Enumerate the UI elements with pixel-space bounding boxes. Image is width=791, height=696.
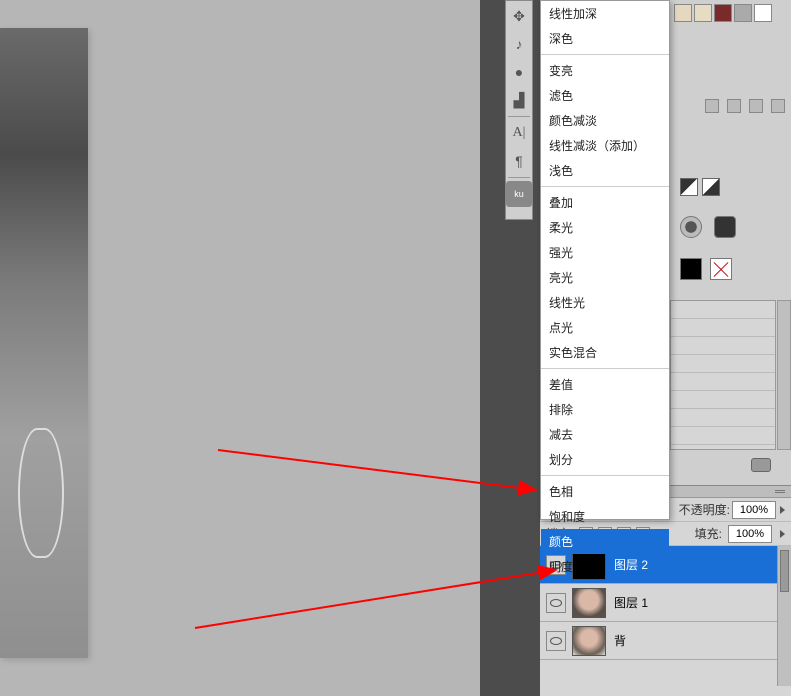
menu-item[interactable]: 色相 [541,479,669,504]
menu-separator [541,368,669,369]
menu-item[interactable]: 线性加深 [541,1,669,26]
menu-item[interactable]: 滤色 [541,83,669,108]
menu-separator [541,475,669,476]
swatch[interactable] [734,4,752,22]
list-row [671,373,775,391]
menu-item[interactable]: 亮光 [541,265,669,290]
menu-item[interactable]: 线性减淡（添加） [541,133,669,158]
dropdown-arrow-icon[interactable] [780,530,785,538]
mask-thumbnail[interactable] [680,258,702,280]
menu-item[interactable]: 浅色 [541,158,669,183]
document-photo [0,28,88,658]
path-icon[interactable]: ♪ [506,31,532,57]
fill-label: 填充: [695,525,722,542]
mask-icon[interactable] [680,216,702,238]
scrollbar[interactable] [777,300,791,450]
menu-item[interactable]: 叠加 [541,190,669,215]
mask-empty-icon[interactable] [710,258,732,280]
menu-separator [541,186,669,187]
menu-item[interactable]: 变亮 [541,58,669,83]
list-row [671,319,775,337]
layer-row[interactable]: 背 [540,622,791,660]
menu-item-selected[interactable]: 颜色 [541,529,669,554]
move-icon[interactable]: ✥ [506,3,532,29]
swatch[interactable] [714,4,732,22]
blob-icon[interactable]: ● [506,59,532,85]
menu-item[interactable]: 颜色减淡 [541,108,669,133]
kuler-icon[interactable]: ku [506,181,532,207]
menu-item[interactable]: 柔光 [541,215,669,240]
opacity-label: 不透明度: [679,501,730,518]
list-row [671,391,775,409]
paragraph-icon[interactable]: ¶ [506,148,532,174]
list-row [671,427,775,445]
fill-field[interactable]: 100% [728,525,772,543]
layer-thumbnail[interactable] [572,626,606,656]
menu-item[interactable]: 排除 [541,397,669,422]
menu-item[interactable]: 点光 [541,315,669,340]
panel-icon[interactable] [705,99,719,113]
mask-icon[interactable] [714,216,736,238]
swatch-new[interactable] [754,4,772,22]
empty-list [670,300,776,450]
stamp-icon[interactable]: ▟ [506,87,532,113]
swatch[interactable] [694,4,712,22]
mask-thumb-row [680,258,732,280]
panel-icon[interactable] [727,99,741,113]
layer-name-label[interactable]: 背 [614,632,626,649]
blend-mode-menu[interactable]: 线性加深 深色 变亮 滤色 颜色减淡 线性减淡（添加） 浅色 叠加 柔光 强光 … [540,0,670,520]
vertical-toolbar: ✥ ♪ ● ▟ A| ¶ ku [505,0,533,220]
layer-thumbnail[interactable] [572,588,606,618]
layer-name-label[interactable]: 图层 1 [614,594,648,611]
menu-item[interactable]: 划分 [541,447,669,472]
menu-item[interactable]: 线性光 [541,290,669,315]
mask-buttons [680,216,736,238]
menu-item[interactable]: 强光 [541,240,669,265]
adjustment-buttons [680,178,720,196]
panel-icon[interactable] [749,99,763,113]
earring-shape [18,428,64,558]
menu-item[interactable]: 饱和度 [541,504,669,529]
panel-icon-row [680,96,785,116]
tool-separator [508,177,530,178]
menu-item[interactable]: 实色混合 [541,340,669,365]
layer-row[interactable]: 图层 1 [540,584,791,622]
list-row [671,355,775,373]
scrollbar[interactable] [777,546,791,686]
text-a-icon[interactable]: A| [506,120,532,146]
tool-separator [508,116,530,117]
trash-icon[interactable] [771,99,785,113]
list-row [671,337,775,355]
right-panel-upper [670,0,791,485]
swatch[interactable] [674,4,692,22]
visibility-eye-icon[interactable] [546,631,566,651]
canvas-area [0,0,480,696]
adjustment-icon[interactable] [680,178,698,196]
swatch-row [670,0,791,26]
menu-item[interactable]: 差值 [541,372,669,397]
list-row [671,301,775,319]
menu-item[interactable]: 减去 [541,422,669,447]
visibility-eye-icon[interactable] [546,593,566,613]
dropdown-arrow-icon[interactable] [780,506,785,514]
adjustment-icon[interactable] [702,178,720,196]
menu-item[interactable]: 明度 [541,554,669,579]
folder-icon[interactable] [751,458,771,472]
photo-content [0,28,88,658]
menu-separator [541,54,669,55]
menu-item[interactable]: 深色 [541,26,669,51]
opacity-field[interactable]: 100% [732,501,776,519]
list-row [671,409,775,427]
